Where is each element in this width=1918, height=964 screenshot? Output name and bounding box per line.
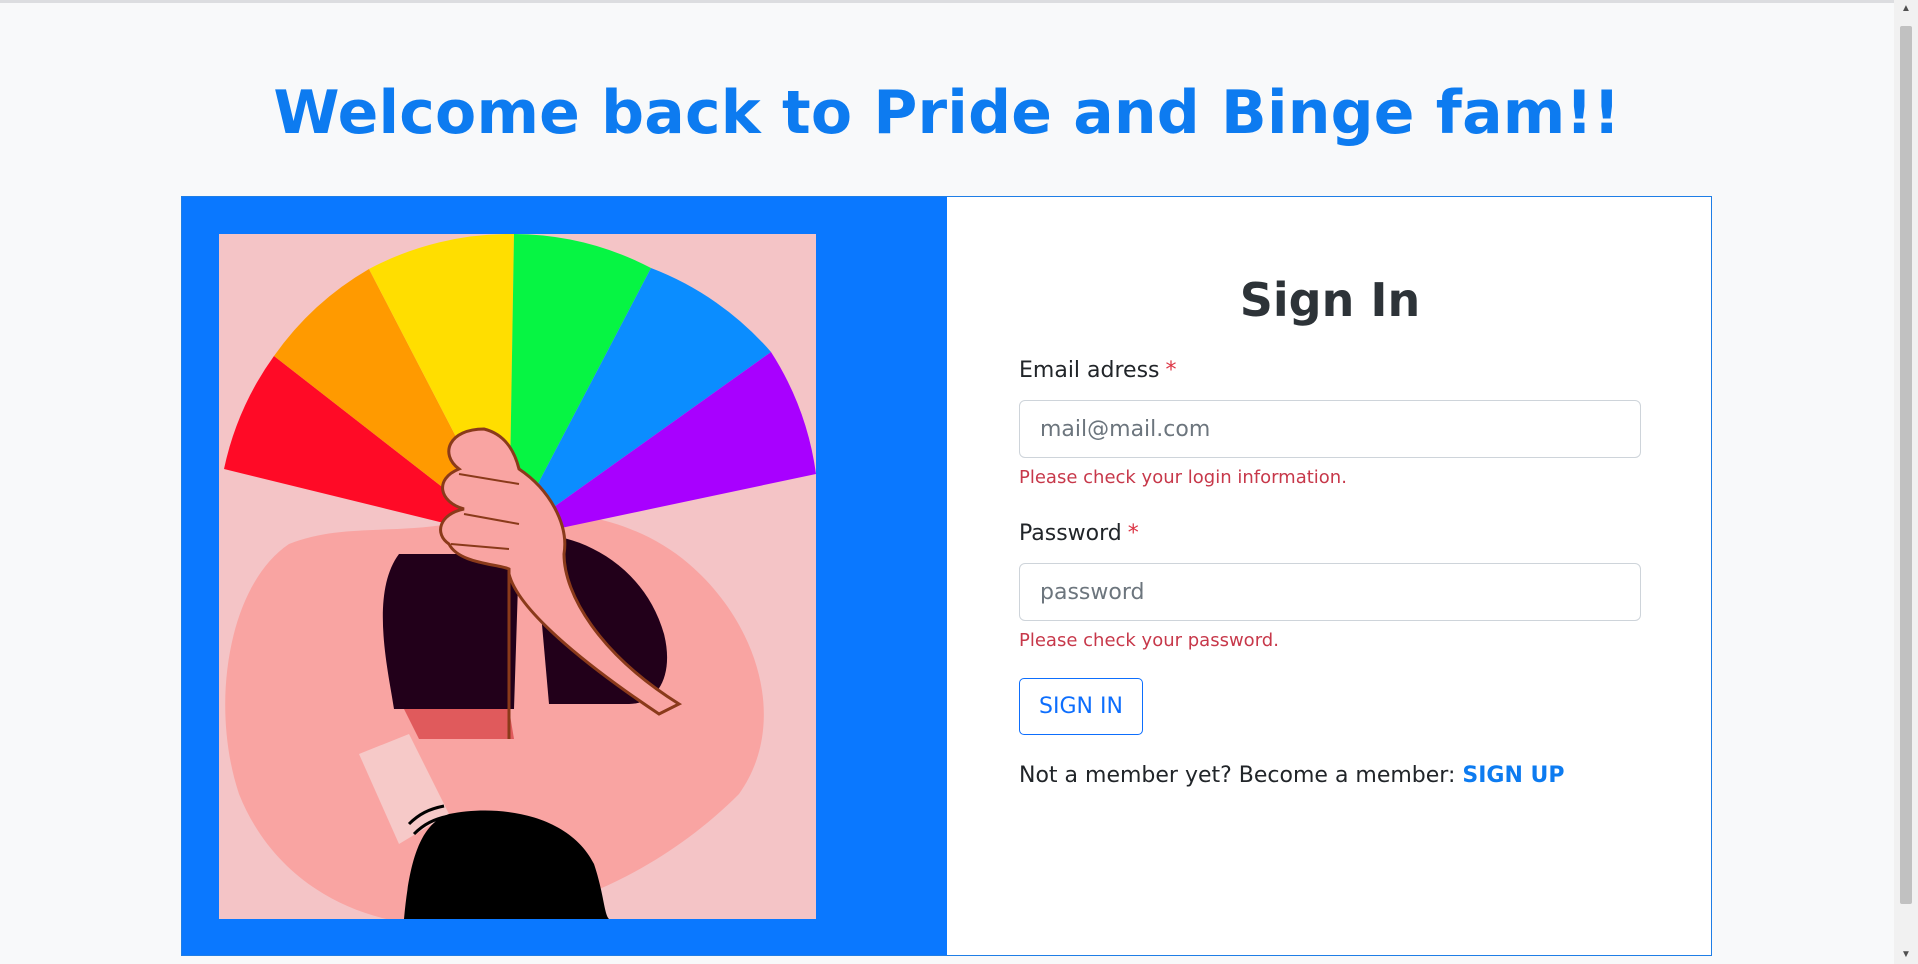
rainbow-fan-illustration xyxy=(219,234,816,919)
password-label-text: Password xyxy=(1019,521,1122,546)
member-prompt-text: Not a member yet? Become a member: xyxy=(1019,763,1463,788)
password-label: Password * xyxy=(1019,521,1139,546)
sign-in-button[interactable]: SIGN IN xyxy=(1019,678,1143,735)
password-error-message: Please check your password. xyxy=(1019,630,1279,651)
signin-form-panel: Sign In Email adress* Please check your … xyxy=(947,197,1711,955)
email-input[interactable] xyxy=(1019,400,1641,458)
email-label-text: Email adress xyxy=(1019,358,1160,383)
illustration-panel xyxy=(182,197,947,955)
scroll-up-arrow-icon[interactable]: ▲ xyxy=(1894,0,1918,18)
password-input[interactable] xyxy=(1019,563,1641,621)
signup-prompt: Not a member yet? Become a member: SIGN … xyxy=(1019,763,1565,788)
password-required-mark: * xyxy=(1127,521,1139,546)
email-label: Email adress * xyxy=(1019,358,1177,383)
browser-top-border xyxy=(0,0,1918,3)
vertical-scrollbar[interactable]: ▲ ▼ xyxy=(1894,0,1918,964)
sign-up-link[interactable]: SIGN UP xyxy=(1462,763,1564,788)
signin-card: Sign In Email adress* Please check your … xyxy=(181,196,1712,956)
page-heading: Welcome back to Pride and Binge fam!! xyxy=(273,78,1621,148)
scroll-down-arrow-icon[interactable]: ▼ xyxy=(1894,946,1918,964)
email-required-mark: * xyxy=(1165,358,1177,383)
scrollbar-thumb[interactable] xyxy=(1900,26,1912,904)
signin-title: Sign In xyxy=(1239,273,1421,327)
email-error-message: Please check your login information. xyxy=(1019,467,1347,488)
